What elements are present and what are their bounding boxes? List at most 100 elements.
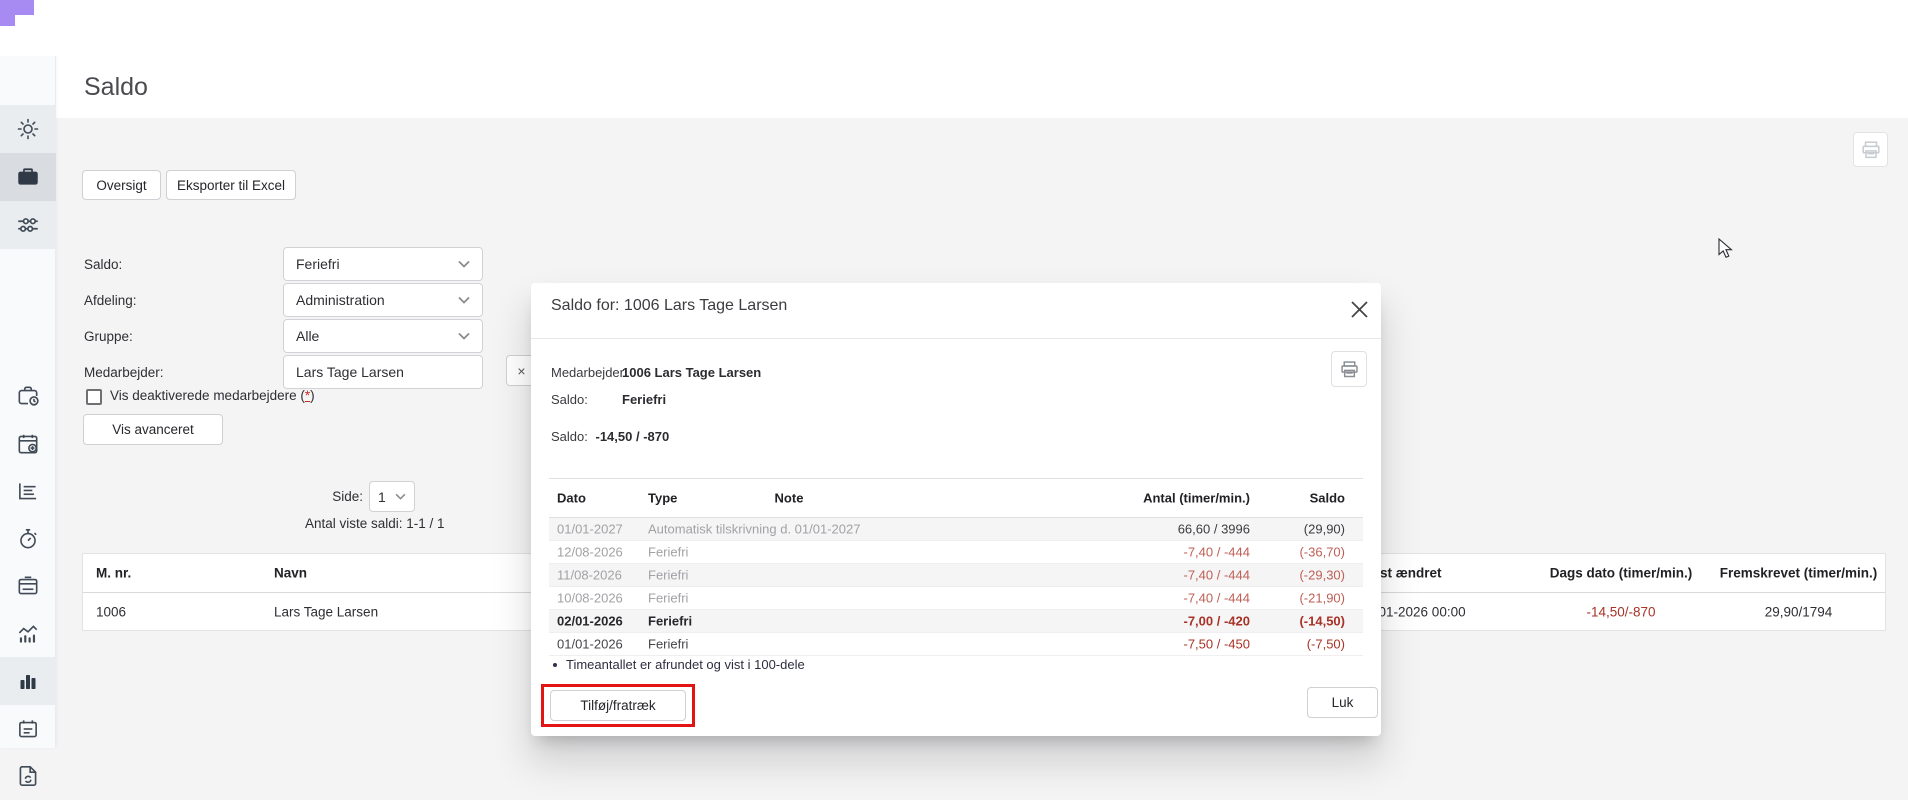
- cell-type: Feriefri: [648, 614, 692, 629]
- saldo-row: 01/01-2026 Feriefri -7,50 / -450 (-7,50): [549, 633, 1363, 656]
- cell-type: Feriefri: [648, 637, 688, 652]
- cell-dato: 02/01-2026: [557, 614, 623, 629]
- col-header-type: Type: [648, 491, 677, 506]
- modal-saldo-table-body: 01/01-2027 Automatisk tilskrivning d. 01…: [549, 518, 1363, 656]
- add-subtract-button[interactable]: Tilføj/fratræk: [550, 690, 686, 721]
- gruppe-select-value: Alle: [296, 328, 319, 344]
- modal-header-divider: [531, 338, 1381, 339]
- saldo-select-value: Feriefri: [296, 256, 340, 272]
- report-lines-icon: [15, 478, 41, 504]
- cell-type: Automatisk tilskrivning d. 01/01-2027: [648, 522, 860, 537]
- top-app-bar: [0, 0, 1908, 56]
- afdeling-filter-label: Afdeling:: [84, 293, 137, 308]
- cell-antal: -7,40 / -444: [1184, 568, 1251, 583]
- cell-dato: 01/01-2027: [557, 522, 623, 537]
- briefcase-icon: [15, 164, 41, 190]
- sidebar-item-adjustments[interactable]: [0, 201, 56, 249]
- sidebar-item-document-sync[interactable]: [0, 752, 56, 800]
- gruppe-filter-label: Gruppe:: [84, 329, 133, 344]
- sidebar-item-calendar-card[interactable]: [0, 562, 56, 610]
- cell-saldo: (-21,90): [1299, 591, 1345, 606]
- saldo-row: 12/08-2026 Feriefri -7,40 / -444 (-36,70…: [549, 541, 1363, 564]
- calendar-card-icon: [15, 573, 41, 599]
- modal-close-button[interactable]: [1345, 295, 1373, 323]
- bullet-icon: [553, 663, 557, 667]
- cell-dags-dato: -14,50/-870: [1541, 605, 1701, 620]
- sidebar-item-calendar-note[interactable]: [0, 705, 56, 753]
- sidebar-item-briefcase-clock[interactable]: [0, 372, 56, 420]
- saldo-row: 01/01-2027 Automatisk tilskrivning d. 01…: [549, 518, 1363, 541]
- chevron-down-icon: [458, 260, 470, 268]
- chevron-down-icon: [458, 296, 470, 304]
- cell-navn: Lars Tage Larsen: [274, 605, 378, 620]
- sidebar-item-bar-chart[interactable]: [0, 657, 56, 705]
- stopwatch-icon: [15, 526, 41, 552]
- cell-saldo: (-36,70): [1299, 545, 1345, 560]
- medarbejder-input[interactable]: Lars Tage Larsen: [283, 355, 483, 389]
- col-header-mnr: M. nr.: [96, 566, 131, 581]
- close-icon: [1350, 300, 1369, 319]
- sidebar-item-stopwatch[interactable]: [0, 515, 56, 563]
- show-deactivated-checkbox[interactable]: [86, 389, 102, 405]
- cell-dato: 10/08-2026: [557, 591, 623, 606]
- cell-saldo: (-14,50): [1299, 614, 1345, 629]
- modal-medarbejder-label: Medarbejder:: [551, 365, 628, 380]
- modal-saldo-line: Saldo: Feriefri: [551, 392, 588, 407]
- printer-disabled-icon: [1860, 139, 1882, 161]
- export-excel-button[interactable]: Eksporter til Excel: [166, 170, 296, 200]
- modal-saldo-total-value: -14,50 / -870: [596, 429, 670, 444]
- modal-title: Saldo for: 1006 Lars Tage Larsen: [551, 297, 787, 315]
- col-header-fremskrevet: Fremskrevet (timer/min.): [1711, 566, 1886, 581]
- cell-antal: -7,50 / -450: [1184, 637, 1251, 652]
- corner-brand-shape-small: [0, 15, 15, 26]
- sidebar-item-trend-chart[interactable]: [0, 610, 56, 658]
- gruppe-select[interactable]: Alle: [283, 319, 483, 353]
- modal-saldo-value: Feriefri: [622, 392, 666, 407]
- cell-mnr: 1006: [96, 605, 126, 620]
- modal-saldo-label: Saldo:: [551, 392, 588, 407]
- sidebar-item-calendar-add[interactable]: [0, 420, 56, 468]
- cell-saldo: (29,90): [1304, 522, 1345, 537]
- modal-saldo-table: Dato Type Note Antal (timer/min.) Saldo …: [549, 478, 1363, 656]
- modal-medarbejder-value: 1006 Lars Tage Larsen: [622, 365, 761, 380]
- corner-brand-shape: [0, 0, 34, 15]
- cell-type: Feriefri: [648, 545, 688, 560]
- page-number-select[interactable]: 1: [369, 481, 415, 512]
- cell-type: Feriefri: [648, 591, 688, 606]
- medarbejder-input-value: Lars Tage Larsen: [296, 364, 404, 380]
- sidebar-item-brightness[interactable]: [0, 105, 56, 153]
- afdeling-select[interactable]: Administration: [283, 283, 483, 317]
- page-title: Saldo: [84, 73, 148, 102]
- show-deactivated-label[interactable]: Vis deaktiverede medarbejdere (*): [110, 388, 315, 403]
- cell-dato: 01/01-2026: [557, 637, 623, 652]
- chevron-down-icon: [458, 332, 470, 340]
- cell-antal: -7,40 / -444: [1184, 591, 1251, 606]
- cell-antal: 66,60 / 3996: [1178, 522, 1250, 537]
- adjustments-icon: [15, 212, 41, 238]
- modal-saldo-total-label: Saldo:: [551, 429, 588, 444]
- col-header-note: Note: [739, 491, 839, 506]
- cell-antal: -7,40 / -444: [1184, 545, 1251, 560]
- col-header-dags-dato: Dags dato (timer/min.): [1541, 566, 1701, 581]
- luk-button[interactable]: Luk: [1307, 687, 1378, 718]
- modal-medarbejder-line: Medarbejder: 1006 Lars Tage Larsen: [551, 365, 628, 380]
- col-header-dato: Dato: [557, 491, 586, 506]
- bar-chart-icon: [16, 669, 40, 693]
- sidebar-nav: [0, 56, 56, 748]
- sidebar-item-report-lines[interactable]: [0, 467, 56, 515]
- afdeling-select-value: Administration: [296, 292, 385, 308]
- show-advanced-button[interactable]: Vis avanceret: [83, 414, 223, 445]
- printer-icon: [1339, 359, 1360, 380]
- sidebar-item-workforce[interactable]: [0, 153, 56, 201]
- content-print-button[interactable]: [1853, 132, 1888, 167]
- oversigt-button[interactable]: Oversigt: [82, 170, 161, 200]
- saldo-select[interactable]: Feriefri: [283, 247, 483, 281]
- cell-dato: 11/08-2026: [557, 568, 622, 583]
- modal-saldo-total-line: Saldo: -14,50 / -870: [551, 429, 669, 444]
- calendar-note-icon: [15, 716, 41, 742]
- col-header-antal: Antal (timer/min.): [1143, 491, 1250, 506]
- cell-dato: 12/08-2026: [557, 545, 623, 560]
- page-number-value: 1: [378, 489, 386, 505]
- cell-antal: -7,00 / -420: [1184, 614, 1251, 629]
- modal-print-button[interactable]: [1331, 351, 1367, 387]
